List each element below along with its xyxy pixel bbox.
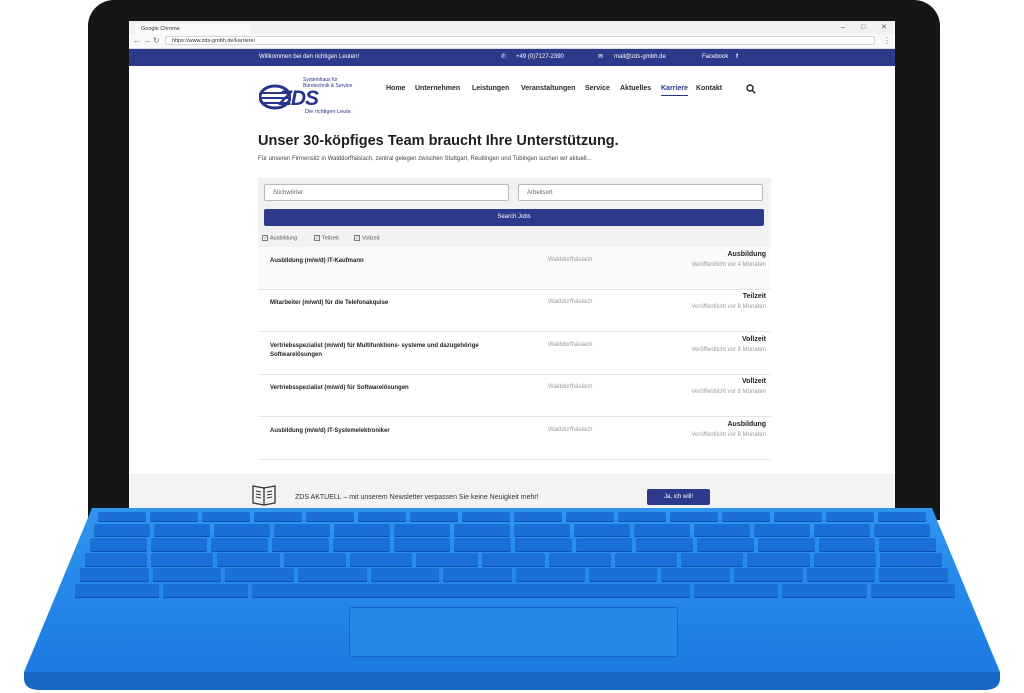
keyboard-key[interactable]	[588, 568, 658, 581]
keyboard-key[interactable]	[734, 568, 803, 581]
keyboard-key[interactable]	[332, 538, 390, 551]
keyboard-key[interactable]	[514, 512, 562, 521]
keyboard-key[interactable]	[211, 538, 269, 551]
keyboard-key[interactable]	[806, 568, 876, 581]
keyboard-key[interactable]	[515, 538, 572, 551]
keyboard-key[interactable]	[358, 512, 406, 521]
keyboard-key[interactable]	[163, 584, 248, 597]
keyboard-key[interactable]	[618, 512, 666, 521]
keyboard-key[interactable]	[722, 512, 770, 521]
keyboard-key[interactable]	[879, 553, 942, 566]
keyboard-key[interactable]	[566, 512, 614, 521]
keyboard-key[interactable]	[747, 553, 810, 566]
keyboard-key[interactable]	[85, 553, 148, 566]
keyboard-key[interactable]	[75, 584, 160, 597]
keyboard-key[interactable]	[782, 584, 867, 597]
keyboard-key[interactable]	[410, 512, 458, 521]
keyboard-key[interactable]	[634, 524, 690, 536]
space-bar-key[interactable]	[310, 584, 660, 597]
keyboard-key[interactable]	[757, 538, 815, 551]
keyboard-key[interactable]	[80, 568, 149, 581]
keyboard-key[interactable]	[697, 538, 754, 551]
keyboard-key[interactable]	[575, 538, 633, 551]
keyboard-key[interactable]	[349, 553, 413, 566]
keyboard-key[interactable]	[306, 512, 354, 521]
keyboard-key[interactable]	[283, 553, 346, 566]
device-photo: Google Chrome – □ ✕ ← → ↻ https://www.zd…	[0, 0, 1024, 693]
keyboard-key[interactable]	[879, 568, 948, 581]
keyboard-key[interactable]	[879, 538, 936, 551]
keyboard-key[interactable]	[202, 512, 250, 521]
keyboard-key[interactable]	[482, 553, 545, 566]
keyboard-key[interactable]	[514, 524, 570, 536]
keyboard-key[interactable]	[150, 512, 198, 521]
keyboard-key[interactable]	[98, 512, 146, 521]
keyboard-key[interactable]	[813, 553, 876, 566]
keyboard-key[interactable]	[814, 524, 870, 536]
keyboard-key[interactable]	[693, 584, 779, 597]
keyboard-key[interactable]	[394, 524, 450, 536]
keyboard-key[interactable]	[774, 512, 822, 521]
keyboard-key[interactable]	[214, 524, 270, 536]
keyboard-key[interactable]	[416, 553, 479, 566]
keyboard-key[interactable]	[152, 568, 222, 581]
keyboard-key[interactable]	[826, 512, 874, 521]
keyboard-key[interactable]	[150, 538, 208, 551]
keyboard-key[interactable]	[878, 512, 926, 521]
keyboard-key[interactable]	[154, 524, 210, 536]
keyboard-key[interactable]	[462, 512, 510, 521]
keyboard-key[interactable]	[870, 584, 955, 597]
keyboard-key[interactable]	[94, 524, 150, 536]
keyboard-key[interactable]	[151, 553, 214, 566]
keyboard-key[interactable]	[454, 524, 510, 536]
keyboard-key[interactable]	[272, 538, 329, 551]
keyboard-key[interactable]	[818, 538, 876, 551]
keyboard-key[interactable]	[681, 553, 744, 566]
keyboard-key[interactable]	[217, 553, 280, 566]
keyboard-key[interactable]	[661, 568, 730, 581]
keyboard-key[interactable]	[454, 538, 511, 551]
keyboard-key[interactable]	[516, 568, 585, 581]
keyboard-key[interactable]	[90, 538, 147, 551]
keyboard-key[interactable]	[548, 553, 611, 566]
keyboard-key[interactable]	[393, 538, 451, 551]
keyboard-key[interactable]	[694, 524, 750, 536]
keyboard-key[interactable]	[874, 524, 930, 536]
keyboard-key[interactable]	[225, 568, 294, 581]
keyboard-key[interactable]	[370, 568, 440, 581]
keyboard-key[interactable]	[334, 524, 390, 536]
keyboard-key[interactable]	[443, 568, 512, 581]
keyboard-key[interactable]	[274, 524, 330, 536]
keyboard-key[interactable]	[754, 524, 810, 536]
trackpad[interactable]	[349, 607, 678, 657]
keyboard-key[interactable]	[670, 512, 718, 521]
keyboard-key[interactable]	[636, 538, 694, 551]
keyboard-key[interactable]	[298, 568, 367, 581]
keyboard-key[interactable]	[574, 524, 630, 536]
keyboard-key[interactable]	[614, 553, 678, 566]
keyboard-key[interactable]	[254, 512, 302, 521]
